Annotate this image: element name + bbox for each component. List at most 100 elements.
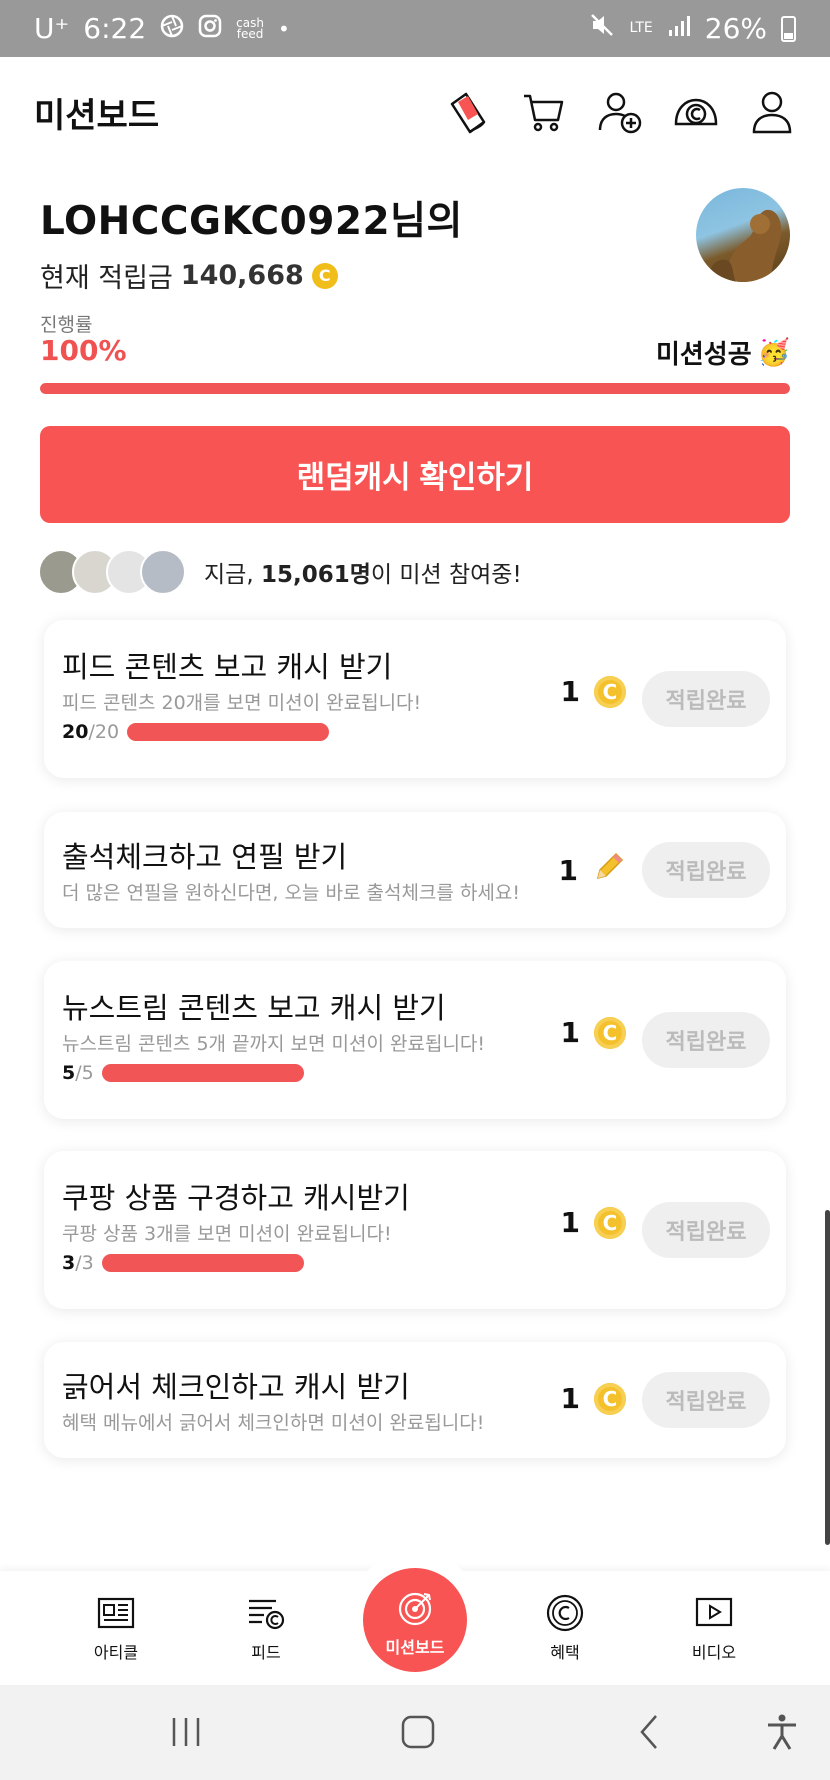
- reward-amount: 1: [560, 675, 580, 708]
- cash-icon[interactable]: [672, 88, 720, 136]
- mission-card[interactable]: 뉴스트림 콘텐츠 보고 캐시 받기 뉴스트림 콘텐츠 5개 끝까지 보면 미션이…: [44, 961, 786, 1119]
- pencil-icon: [592, 850, 626, 891]
- status-bar: U⁺ 6:22 cash feed • LTE 26%: [0, 0, 830, 57]
- mission-card[interactable]: 출석체크하고 연필 받기 더 많은 연필을 원하신다면, 오늘 바로 출석체크를…: [44, 812, 786, 928]
- target-icon: [363, 1590, 467, 1628]
- reward-amount: 1: [560, 1382, 580, 1415]
- mission-card[interactable]: 긁어서 체크인하고 캐시 받기 혜택 메뉴에서 긁어서 체크인하면 미션이 완료…: [44, 1342, 786, 1458]
- nav-article[interactable]: 아티클: [56, 1593, 176, 1663]
- video-icon: [654, 1593, 774, 1633]
- points-row: 현재 적립금 140,668 C: [40, 256, 790, 295]
- scrollbar[interactable]: [825, 1210, 830, 1545]
- progress-bar: [40, 383, 790, 394]
- mission-progress: 5/5: [62, 1062, 304, 1084]
- mission-title: 긁어서 체크인하고 캐시 받기: [62, 1370, 410, 1404]
- nav-feed[interactable]: 피드: [206, 1593, 326, 1663]
- mission-reward: 1 C: [561, 1016, 626, 1049]
- mission-reward: 1 C: [561, 675, 626, 708]
- back-icon[interactable]: [630, 1712, 670, 1752]
- mission-reward: 1: [559, 850, 626, 891]
- mission-progress-bar: [127, 723, 330, 741]
- nav-article-label: 아티클: [93, 1643, 139, 1662]
- page-title: 미션보드: [34, 95, 160, 136]
- notification-dot: •: [277, 16, 290, 41]
- mission-title: 출석체크하고 연필 받기: [62, 840, 348, 874]
- signal-icon: [667, 12, 691, 45]
- battery-icon: [781, 15, 796, 42]
- mission-progress: 3/3: [62, 1252, 304, 1274]
- nav-benefits-label: 혜택: [550, 1643, 580, 1662]
- add-friend-icon[interactable]: [596, 88, 644, 136]
- coin-icon: C: [594, 1206, 626, 1239]
- claim-complete-button[interactable]: 적립완료: [642, 1012, 770, 1068]
- mission-description: 피드 콘텐츠 20개를 보면 미션이 완료됩니다!: [62, 692, 422, 714]
- nav-missionboard-label: 미션보드: [385, 1638, 445, 1657]
- recent-apps-icon[interactable]: [166, 1712, 206, 1752]
- nav-video-label: 비디오: [691, 1643, 737, 1662]
- mission-progress-fill: [127, 723, 330, 741]
- reward-amount: 1: [560, 1206, 580, 1239]
- mute-icon: [589, 12, 615, 45]
- nav-missionboard[interactable]: 미션보드: [363, 1568, 467, 1672]
- participants-text: 지금, 15,061명이 미션 참여중!: [204, 562, 522, 588]
- mission-reward: 1 C: [561, 1206, 626, 1239]
- coin-icon: C: [594, 1382, 626, 1415]
- accessibility-icon[interactable]: [762, 1712, 802, 1752]
- progress-label: 진행률: [40, 314, 93, 336]
- network-label: LTE: [629, 20, 653, 36]
- participants-count: 15,061명: [260, 562, 371, 588]
- coin-icon: C: [594, 675, 626, 708]
- mission-description: 더 많은 연필을 원하신다면, 오늘 바로 출석체크를 하세요!: [62, 882, 520, 904]
- claim-complete-button[interactable]: 적립완료: [642, 842, 770, 898]
- app-bar: 미션보드: [0, 57, 830, 167]
- mission-card[interactable]: 피드 콘텐츠 보고 캐시 받기 피드 콘텐츠 20개를 보면 미션이 완료됩니다…: [44, 620, 786, 778]
- time-label: 6:22: [83, 12, 147, 45]
- mission-description: 쿠팡 상품 3개를 보면 미션이 완료됩니다!: [62, 1223, 392, 1245]
- mission-progress-fill: [101, 1064, 304, 1082]
- article-icon: [56, 1593, 176, 1633]
- progress-percent: 100%: [40, 334, 127, 367]
- mission-reward: 1 C: [561, 1382, 626, 1415]
- nav-feed-label: 피드: [251, 1643, 281, 1662]
- points-label: 현재 적립금: [40, 263, 173, 294]
- feed-icon: [206, 1593, 326, 1633]
- reward-amount: 1: [558, 854, 578, 887]
- mission-description: 뉴스트림 콘텐츠 5개 끝까지 보면 미션이 완료됩니다!: [62, 1033, 486, 1055]
- avatar[interactable]: [696, 188, 790, 282]
- mission-success: 미션성공 🥳: [656, 334, 790, 371]
- mission-progress: 20/20: [62, 721, 330, 743]
- points-value: 140,668: [180, 260, 304, 291]
- user-summary: LOHCCGKC0922님의 현재 적립금 140,668 C: [40, 188, 790, 295]
- claim-complete-button[interactable]: 적립완료: [642, 1202, 770, 1258]
- nav-benefits[interactable]: 혜택: [505, 1593, 625, 1663]
- mission-progress-fill: [101, 1254, 304, 1272]
- avatar: [140, 549, 186, 595]
- mission-card[interactable]: 쿠팡 상품 구경하고 캐시받기 쿠팡 상품 3개를 보면 미션이 완료됩니다! …: [44, 1151, 786, 1309]
- mission-progress-bar: [101, 1254, 304, 1272]
- claim-complete-button[interactable]: 적립완료: [642, 1372, 770, 1428]
- battery-percent: 26%: [704, 12, 767, 45]
- shutter-icon: [160, 12, 184, 45]
- mission-description: 혜택 메뉴에서 긁어서 체크인하면 미션이 완료됩니다!: [62, 1412, 485, 1434]
- reward-amount: 1: [560, 1016, 580, 1049]
- mission-title: 쿠팡 상품 구경하고 캐시받기: [62, 1181, 410, 1215]
- coin-icon: C: [311, 262, 338, 289]
- profile-icon[interactable]: [748, 88, 796, 136]
- cart-icon[interactable]: [520, 88, 568, 136]
- nav-video[interactable]: 비디오: [654, 1593, 774, 1663]
- user-name: LOHCCGKC0922님의: [40, 199, 463, 244]
- mission-success-label: 미션성공: [655, 340, 752, 370]
- mission-title: 피드 콘텐츠 보고 캐시 받기: [62, 650, 393, 684]
- progress-bar-fill: [40, 383, 790, 394]
- sticker-icon[interactable]: [444, 88, 492, 136]
- participant-avatars: [38, 549, 186, 595]
- claim-complete-button[interactable]: 적립완료: [642, 671, 770, 727]
- cashfeed-badge: cash feed: [236, 15, 264, 41]
- mission-progress-bar: [101, 1064, 304, 1082]
- instagram-icon: [198, 12, 222, 45]
- carrier-label: U⁺: [34, 12, 70, 45]
- random-cash-button[interactable]: 랜덤캐시 확인하기: [40, 426, 790, 523]
- coin-icon: C: [594, 1016, 626, 1049]
- home-icon[interactable]: [398, 1712, 438, 1752]
- party-face-icon: 🥳: [757, 337, 790, 368]
